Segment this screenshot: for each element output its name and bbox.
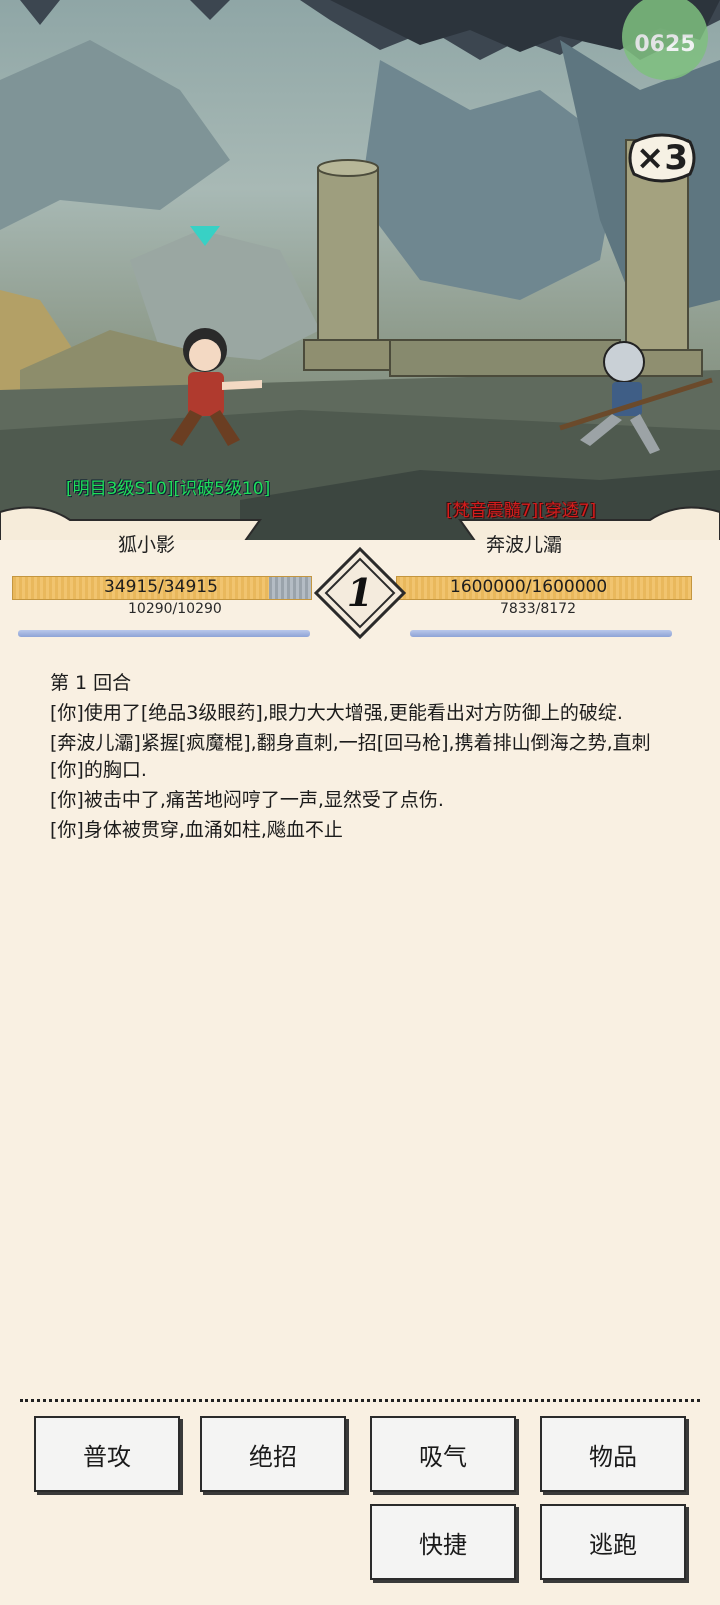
player-name: 狐小影 <box>118 534 176 556</box>
battle-scene: 0625 ×3 [明目3级S10][识破5级10] [梵音震髓7][穿透7] <box>0 0 720 540</box>
player-buffs: [明目3级S10][识破5级10] <box>66 479 271 499</box>
log-line: [奔波儿灞]紧握[疯魔棍],翻身直刺,一招[回马枪],携着排山倒海之势,直刺[你… <box>50 732 651 781</box>
player-hp-missing <box>269 577 311 599</box>
ultimate-button[interactable]: 绝招 <box>200 1416 346 1492</box>
shortcut-button[interactable]: 快捷 <box>370 1504 516 1580</box>
enemy-buffs: [梵音震髓7][穿透7] <box>446 501 597 521</box>
divider <box>20 1399 700 1402</box>
player-indicator-icon <box>190 226 220 246</box>
speed-multiplier-button[interactable]: ×3 <box>628 132 696 184</box>
enemy-name: 奔波儿灞 <box>486 534 563 556</box>
cave-background <box>0 0 720 540</box>
log-line: [你]身体被贯穿,血涌如柱,飚血不止 <box>50 819 343 841</box>
player-mp-bar <box>18 630 310 637</box>
enemy-hp-text: 1600000/1600000 <box>450 577 608 597</box>
breathe-button[interactable]: 吸气 <box>370 1416 516 1492</box>
flee-button[interactable]: 逃跑 <box>540 1504 686 1580</box>
timer-text: 0625 <box>634 32 696 57</box>
speed-multiplier-text: ×3 <box>635 138 689 178</box>
attack-button[interactable]: 普攻 <box>34 1416 180 1492</box>
log-line: [你]被击中了,痛苦地闷哼了一声,显然受了点伤. <box>50 789 444 811</box>
battle-log: 第 1 回合 [你]使用了[绝品3级眼药],眼力大大增强,更能看出对方防御上的破… <box>50 670 680 847</box>
enemy-mp-bar <box>410 630 672 637</box>
items-button[interactable]: 物品 <box>540 1416 686 1492</box>
round-number: 1 <box>346 570 374 615</box>
player-mp-text: 10290/10290 <box>128 601 222 617</box>
player-hp-text: 34915/34915 <box>104 577 218 597</box>
enemy-mp-text: 7833/8172 <box>500 601 576 617</box>
log-line: [你]使用了[绝品3级眼药],眼力大大增强,更能看出对方防御上的破绽. <box>50 702 623 724</box>
log-line: 第 1 回合 <box>50 672 132 694</box>
